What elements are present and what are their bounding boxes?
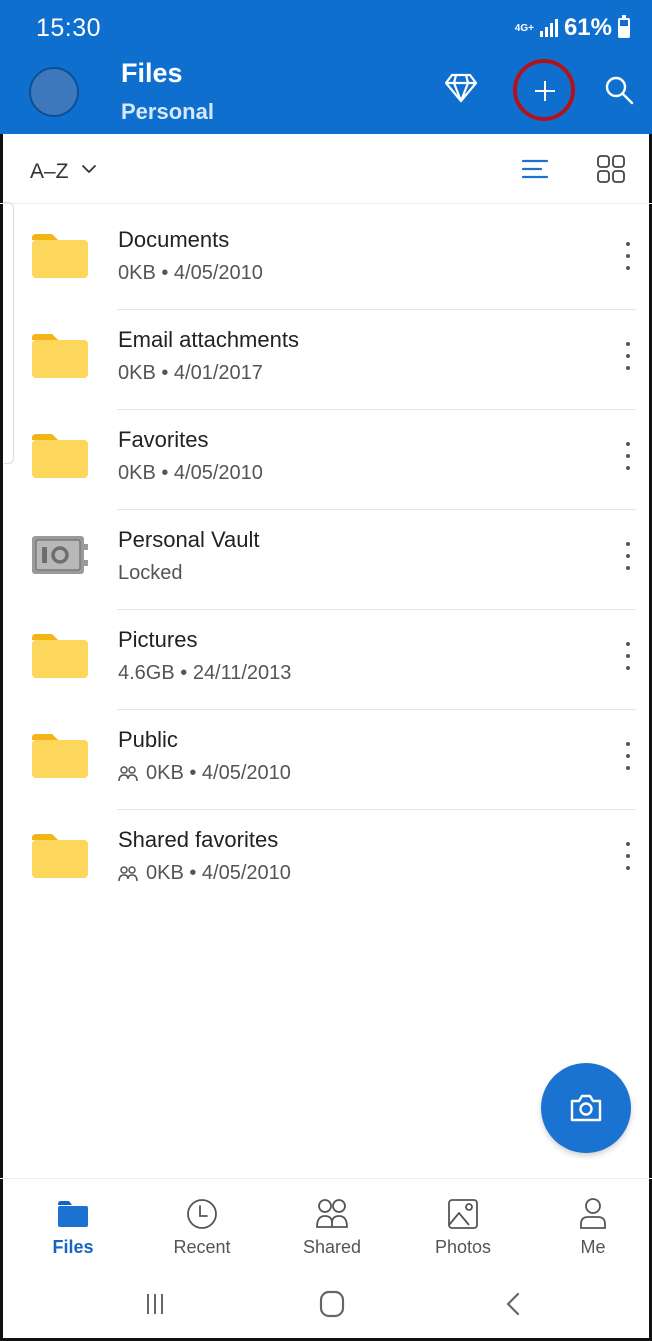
file-meta-text: 4.6GB • 24/11/2013 <box>118 662 292 684</box>
status-time: 15:30 <box>36 14 102 42</box>
vault-icon <box>32 536 88 574</box>
files-icon <box>58 1201 88 1227</box>
file-meta: 0KB • 4/05/2010 <box>118 262 263 285</box>
nav-files[interactable]: Files <box>18 1179 128 1271</box>
file-name: Favorites <box>118 427 209 452</box>
chevron-down-icon[interactable] <box>80 160 98 178</box>
file-list: Documents 0KB • 4/05/2010 Email attachme… <box>0 210 652 910</box>
account-subtitle: Personal <box>121 99 214 124</box>
file-meta: 0KB • 4/01/2017 <box>118 362 263 385</box>
file-name: Personal Vault <box>118 527 260 552</box>
file-name: Documents <box>118 227 230 252</box>
more-options-icon[interactable] <box>620 440 636 472</box>
folder-icon <box>32 634 88 678</box>
folder-icon <box>32 334 88 378</box>
home-icon[interactable] <box>312 1286 352 1322</box>
file-meta-text: 0KB • 4/05/2010 <box>118 462 263 484</box>
file-name: Public <box>118 727 178 752</box>
list-item[interactable]: Documents 0KB • 4/05/2010 <box>0 210 652 310</box>
status-indicators: 4G+ 61% <box>515 14 630 42</box>
people-icon <box>316 1199 348 1228</box>
person-icon <box>580 1198 606 1229</box>
list-item[interactable]: Shared favorites 0KB • 4/05/2010 <box>0 810 652 910</box>
list-item[interactable]: Personal Vault Locked <box>0 510 652 610</box>
nav-label: Shared <box>302 1237 362 1257</box>
nav-photos[interactable]: Photos <box>408 1179 518 1271</box>
nav-recent[interactable]: Recent <box>147 1179 257 1271</box>
list-item[interactable]: Favorites 0KB • 4/05/2010 <box>0 410 652 510</box>
file-meta: 0KB • 4/05/2010 <box>118 762 291 785</box>
nav-me[interactable]: Me <box>538 1179 648 1271</box>
grid-view-icon[interactable] <box>596 154 626 184</box>
network-type: 4G+ <box>514 22 534 34</box>
nav-label: Files <box>52 1237 94 1257</box>
folder-icon <box>32 434 88 478</box>
list-view-icon[interactable] <box>521 157 549 181</box>
app-header: 15:30 4G+ 61% Files Personal <box>0 0 652 134</box>
folder-icon <box>32 834 88 878</box>
sort-order-button[interactable]: A–Z <box>30 160 69 184</box>
file-meta-text: 0KB • 4/05/2010 <box>146 862 291 884</box>
file-name: Email attachments <box>118 327 299 352</box>
system-navigation <box>0 1270 652 1338</box>
folder-icon <box>32 734 88 778</box>
nav-label: Recent <box>173 1237 231 1257</box>
more-options-icon[interactable] <box>620 340 636 372</box>
file-meta-text: Locked <box>118 562 183 584</box>
shared-icon <box>118 765 138 781</box>
avatar[interactable] <box>29 67 79 117</box>
more-options-icon[interactable] <box>620 740 636 772</box>
battery-icon <box>618 15 630 38</box>
list-item[interactable]: Email attachments 0KB • 4/01/2017 <box>0 310 652 410</box>
more-options-icon[interactable] <box>620 840 636 872</box>
search-icon[interactable] <box>603 74 635 106</box>
photo-icon <box>448 1199 478 1229</box>
file-meta: 0KB • 4/05/2010 <box>118 462 263 485</box>
nav-shared[interactable]: Shared <box>277 1179 387 1271</box>
bottom-navigation: Files Recent Shared Photos Me <box>0 1178 652 1270</box>
folder-icon <box>32 234 88 278</box>
file-name: Shared favorites <box>118 827 279 852</box>
more-options-icon[interactable] <box>620 240 636 272</box>
file-name: Pictures <box>118 627 198 652</box>
shared-icon <box>118 865 138 881</box>
camera-icon <box>570 1094 602 1122</box>
page-title: Files <box>121 58 183 88</box>
list-item[interactable]: Public 0KB • 4/05/2010 <box>0 710 652 810</box>
recents-icon[interactable] <box>135 1286 175 1322</box>
file-meta: Locked <box>118 562 183 585</box>
add-icon[interactable] <box>513 59 575 121</box>
list-item[interactable]: Pictures 4.6GB • 24/11/2013 <box>0 610 652 710</box>
more-options-icon[interactable] <box>620 640 636 672</box>
nav-label: Me <box>580 1237 606 1257</box>
file-meta: 0KB • 4/05/2010 <box>118 862 291 885</box>
battery-percent: 61% <box>563 14 612 41</box>
file-meta-text: 0KB • 4/05/2010 <box>146 762 291 784</box>
diamond-icon[interactable] <box>444 72 478 104</box>
camera-button[interactable] <box>541 1063 631 1153</box>
sort-bar: A–Z <box>0 134 652 204</box>
nav-label: Photos <box>434 1237 492 1257</box>
clock-icon <box>187 1199 217 1229</box>
file-meta: 4.6GB • 24/11/2013 <box>118 662 291 685</box>
back-icon[interactable] <box>494 1286 534 1322</box>
signal-icon <box>539 19 558 37</box>
more-options-icon[interactable] <box>620 540 636 572</box>
file-meta-text: 0KB • 4/01/2017 <box>118 362 263 384</box>
file-meta-text: 0KB • 4/05/2010 <box>118 262 263 284</box>
